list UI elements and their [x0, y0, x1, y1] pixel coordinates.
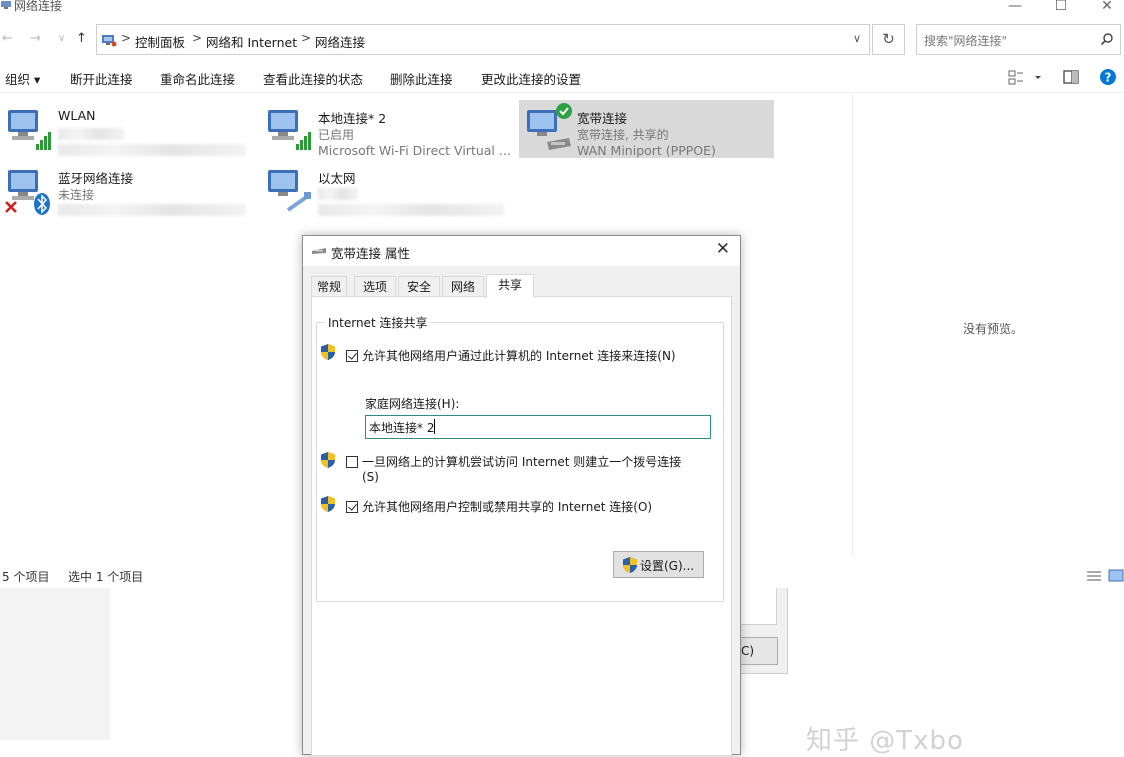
command-bar: 组织 ▾ 断开此连接 重命名此连接 查看此连接的状态 删除此连接 更改此连接的设… — [0, 64, 1124, 93]
redacted-text — [318, 204, 504, 216]
preview-message: 没有预览。 — [963, 322, 1024, 336]
minimize-button[interactable]: — — [1000, 0, 1030, 16]
uac-shield-icon — [320, 495, 336, 513]
tab-sharing[interactable]: 共享 — [486, 274, 534, 298]
search-icon — [1100, 32, 1114, 46]
allow-control-checkbox[interactable] — [346, 501, 358, 513]
svg-text:?: ? — [1105, 71, 1112, 85]
background-dialog-panel — [736, 588, 777, 625]
preview-pane: 没有预览。 — [852, 94, 1124, 556]
watermark: 知乎 @Txbo — [806, 726, 964, 756]
breadcrumb-network-connections[interactable]: 网络连接 — [315, 32, 365, 51]
tab-options[interactable]: 选项 — [354, 276, 396, 296]
dialog-title-bar: 宽带连接 属性 ✕ — [303, 236, 740, 266]
network-folder-icon — [0, 0, 12, 10]
dialog-close-button[interactable]: ✕ — [716, 239, 730, 259]
breadcrumb-separator: > — [301, 31, 312, 45]
connection-status: 已启用 — [318, 128, 355, 142]
refresh-button[interactable]: ↻ — [872, 24, 905, 55]
redacted-text — [58, 128, 124, 140]
organize-menu[interactable]: 组织 ▾ — [5, 69, 40, 88]
sharing-tab-panel: Internet 连接共享 允许其他网络用户通过此计算机的 Internet 连… — [311, 296, 732, 756]
background-sidebar — [0, 588, 110, 740]
tab-networking[interactable]: 网络 — [442, 276, 484, 296]
dial-on-demand-label-shortcut: (S) — [362, 470, 379, 484]
up-button[interactable]: ↑ — [76, 31, 87, 46]
connection-name: WLAN — [58, 108, 96, 123]
search-input[interactable]: 搜索"网络连接" — [916, 24, 1121, 55]
connection-device: WAN Miniport (PPPOE) — [577, 143, 716, 158]
wireless-adapter-icon — [4, 104, 54, 154]
disconnect-button[interactable]: 断开此连接 — [70, 69, 133, 88]
delete-button[interactable]: 删除此连接 — [390, 69, 453, 88]
breadcrumb-network-internet[interactable]: 网络和 Internet — [206, 32, 297, 51]
tab-general[interactable]: 常规 — [311, 276, 347, 296]
ethernet-adapter-icon — [264, 164, 314, 214]
help-icon[interactable]: ? — [1099, 68, 1117, 86]
redacted-text — [58, 204, 246, 216]
dialup-icon — [311, 245, 327, 255]
view-status-button[interactable]: 查看此连接的状态 — [263, 69, 363, 88]
background-dialog-button[interactable]: C) — [738, 637, 778, 665]
text-cursor — [434, 419, 435, 434]
breadcrumb-separator: > — [121, 31, 132, 45]
search-placeholder: 搜索"网络连接" — [924, 34, 1008, 48]
title-bar: 网络连接 — ☐ ✕ — [0, 0, 1124, 16]
change-settings-button[interactable]: 更改此连接的设置 — [481, 69, 581, 88]
preview-pane-icon[interactable] — [1063, 70, 1079, 84]
control-panel-icon — [101, 33, 117, 47]
redacted-text — [58, 144, 246, 156]
list-item-ethernet[interactable]: 以太网 — [260, 160, 510, 218]
allow-control-label: 允许其他网络用户控制或禁用共享的 Internet 连接(O) — [362, 500, 653, 514]
rename-button[interactable]: 重命名此连接 — [160, 69, 235, 88]
list-item-local-connection-2[interactable]: 本地连接* 2 已启用 Microsoft Wi-Fi Direct Virtu… — [260, 100, 511, 158]
connection-name: 蓝牙网络连接 — [58, 171, 134, 186]
home-network-label: 家庭网络连接(H): — [365, 397, 460, 411]
back-button[interactable]: ← — [2, 31, 13, 46]
connected-check-icon — [555, 102, 573, 120]
ics-group: Internet 连接共享 允许其他网络用户通过此计算机的 Internet 连… — [316, 314, 724, 602]
list-item-bluetooth[interactable]: 蓝牙网络连接 未连接 — [0, 160, 250, 218]
uac-shield-icon — [320, 451, 336, 469]
settings-button-label: 设置(G)... — [640, 559, 695, 573]
uac-shield-icon — [320, 343, 336, 361]
address-bar[interactable]: > 控制面板 > 网络和 Internet > 网络连接 ∨ — [96, 24, 870, 55]
ics-group-title: Internet 连接共享 — [325, 314, 431, 331]
bluetooth-adapter-icon — [4, 164, 54, 216]
connection-device: Microsoft Wi-Fi Direct Virtual ... — [318, 143, 511, 158]
close-button[interactable]: ✕ — [1092, 0, 1122, 16]
view-options-icon[interactable] — [1008, 70, 1042, 86]
connection-status: 宽带连接, 共享的 — [577, 128, 669, 142]
home-network-select[interactable]: 本地连接* 2 — [365, 415, 711, 439]
maximize-button[interactable]: ☐ — [1046, 0, 1076, 16]
connection-name: 以太网 — [318, 171, 356, 186]
window-title: 网络连接 — [14, 0, 63, 13]
selected-count: 选中 1 个项目 — [68, 570, 144, 584]
allow-sharing-checkbox[interactable] — [346, 350, 358, 362]
dial-on-demand-checkbox[interactable] — [346, 456, 358, 468]
allow-sharing-label: 允许其他网络用户通过此计算机的 Internet 连接来连接(N) — [362, 349, 676, 363]
dialog-title: 宽带连接 属性 — [331, 246, 410, 261]
breadcrumb-control-panel[interactable]: 控制面板 — [135, 32, 185, 51]
properties-dialog: 宽带连接 属性 ✕ 常规 选项 安全 网络 Internet 连接共享 允许其他… — [302, 235, 741, 756]
breadcrumb-separator: > — [192, 31, 203, 45]
uac-shield-icon — [622, 556, 638, 574]
connection-name: 宽带连接 — [577, 111, 628, 126]
forward-button[interactable]: → — [30, 31, 41, 46]
recent-locations-button[interactable]: ∨ — [58, 33, 65, 44]
settings-button[interactable]: 设置(G)... — [613, 551, 704, 578]
list-item-broadband[interactable]: 宽带连接 宽带连接, 共享的 WAN Miniport (PPPOE) — [519, 100, 774, 158]
address-dropdown-button[interactable]: ∨ — [853, 32, 861, 45]
connection-status: 未连接 — [58, 188, 95, 202]
dial-on-demand-label: 一旦网络上的计算机尝试访问 Internet 则建立一个拨号连接 — [362, 455, 682, 469]
item-count: 5 个项目 — [2, 570, 50, 584]
tab-security[interactable]: 安全 — [398, 276, 440, 296]
wireless-adapter-icon — [264, 104, 314, 154]
large-icons-view-icon[interactable] — [1108, 568, 1124, 584]
connection-name: 本地连接* 2 — [318, 111, 387, 126]
details-view-icon[interactable] — [1086, 569, 1102, 583]
redacted-text — [318, 188, 358, 200]
home-network-value: 本地连接* 2 — [369, 421, 435, 435]
list-item-wlan[interactable]: WLAN — [0, 100, 250, 158]
